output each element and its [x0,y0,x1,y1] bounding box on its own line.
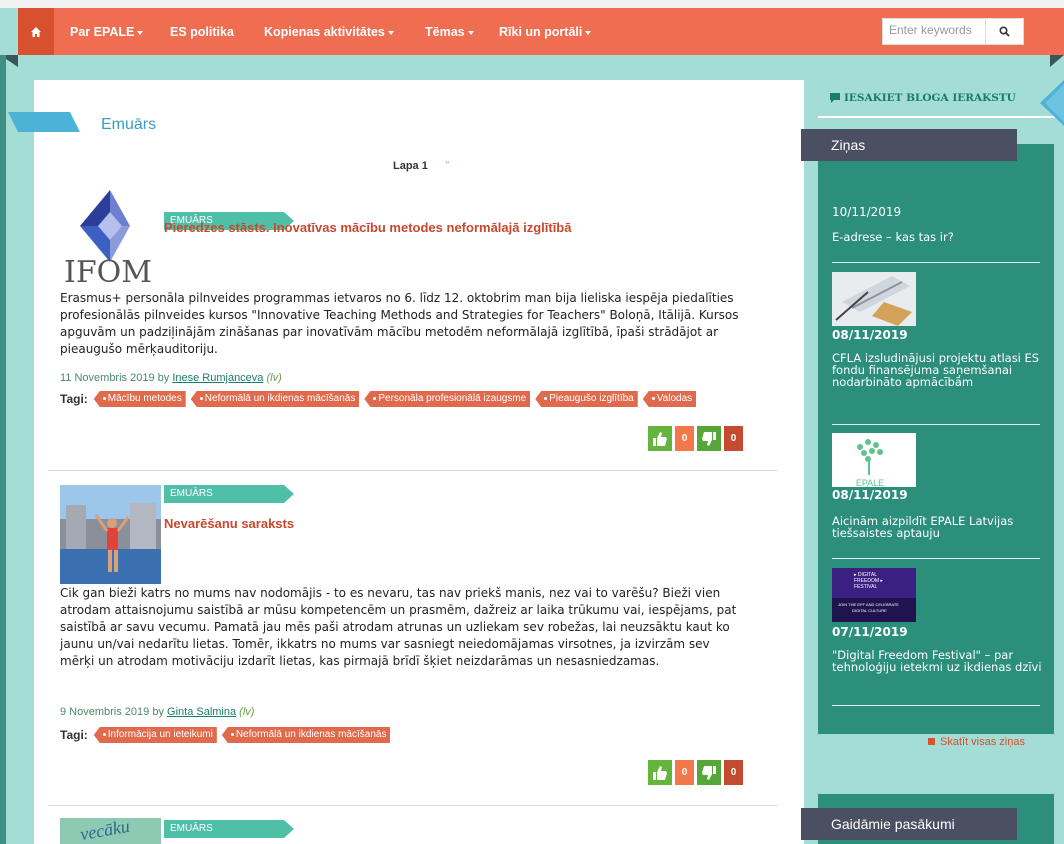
see-all-news-link[interactable]: Skatīt visas ziņas [928,736,1025,748]
dislike-count: 0 [724,760,743,785]
main-navigation: Par EPALE ES politika Kopienas aktivitāt… [18,8,1064,55]
nav-item-kopienas-aktivitates[interactable]: Kopienas aktivitātes [264,25,394,39]
like-count: 0 [675,760,694,785]
tag-link[interactable]: Mācību metodes [93,391,186,407]
news-date: 10/11/2019 [832,205,902,219]
news-separator [832,705,1040,706]
tag-link[interactable]: Pieaugušo izglītība [535,391,638,407]
svg-text:IFOM: IFOM [64,255,152,284]
left-edge-bar [0,55,6,844]
caret-down-icon [585,30,592,35]
news-thumbnail[interactable] [832,272,916,326]
news-link[interactable]: Aicinām aizpildīt EPALE Latvijas tiešsai… [832,515,1046,539]
dislike-button[interactable] [697,426,721,451]
news-date: 07/11/2019 [832,625,908,639]
news-link[interactable]: CFLA izsludinājusi projektu atlasi ES fo… [832,352,1046,388]
post-1-title[interactable]: Pieredzes stāsts. Inovatīvas mācību meto… [164,220,571,235]
news-link[interactable]: E-adrese – kas tas ir? [832,231,1046,243]
like-button[interactable] [648,426,672,451]
post-1-author-link[interactable]: Inese Rumjanceva [172,372,263,384]
post-2-tags: Tagi: Informācija un ieteikumi Neformālā… [60,726,395,744]
home-button[interactable] [18,8,54,55]
pager-next-link[interactable]: " [445,160,450,171]
tag-link[interactable]: Personāla profesionālā izaugsme [364,391,531,407]
news-heading: Ziņas [801,129,1017,161]
news-thumbnail[interactable]: ▸ DIGITAL FREEDOM ▸ FESTIVAL JOIN THE EP… [832,568,916,622]
nav-item-par-epale[interactable]: Par EPALE [70,25,144,39]
nav-item-es-politika[interactable]: ES politika [170,25,234,39]
svg-text:JOIN THE EPF AND CELEBRATE: JOIN THE EPF AND CELEBRATE [838,602,899,607]
search-button[interactable] [986,18,1024,45]
square-bullet-icon [928,738,935,745]
drafting-photo [832,272,916,326]
news-date: 08/11/2019 [832,328,908,342]
post-1-tags: Tagi: Mācību metodes Neformālā un ikdien… [60,390,701,408]
home-icon [31,26,41,37]
epale-tree-logo: EPALE [832,433,916,487]
post-3-thumb-text: vecāku [78,818,132,844]
thumbs-down-icon [702,765,716,780]
dislike-button[interactable] [697,760,721,785]
post-1-thumbnail[interactable]: IFOM [60,182,156,290]
pager-label: Lapa 1 [393,160,428,172]
tag-link[interactable]: Informācija un ieteikumi [93,727,217,743]
svg-text:FESTIVAL: FESTIVAL [854,584,877,590]
page-title: Emuārs [101,116,157,133]
svg-text:EPALE: EPALE [856,478,884,487]
post-3-category-banner: EMUĀRS [164,820,294,838]
post-1-meta: 11 Novembris 2019 by Inese Rumjanceva (l… [60,372,282,384]
thumbs-up-icon [653,431,667,446]
search-icon [999,26,1010,37]
svg-text:DIGITAL CULTURE: DIGITAL CULTURE [852,608,887,613]
nav-item-riki-un-portali[interactable]: Rīki un portāli [499,25,592,39]
section-ribbon [8,112,80,132]
propose-blog-link[interactable]: IESAKIET BLOGA IERAKSTU [830,92,1016,104]
post-2-title[interactable]: Nevarēšanu saraksts [164,516,294,531]
post-1-excerpt: Erasmus+ personāla pilnveides programmas… [60,291,739,356]
ifom-logo: IFOM [64,190,152,290]
news-separator [832,262,1040,263]
like-button[interactable] [648,760,672,785]
post-3-thumbnail[interactable]: vecāku [60,818,161,844]
like-count: 0 [675,426,694,451]
news-thumbnail[interactable]: EPALE [832,433,916,487]
news-link[interactable]: "Digital Freedom Festival" – par tehnolo… [832,649,1046,673]
nav-item-temas[interactable]: Tēmas [425,25,474,39]
post-2-vote-bar: 0 0 [648,760,743,785]
events-heading: Gaidāmie pasākumi [801,808,1017,840]
post-2-excerpt: Cik gan bieži katrs no mums nav nodomāji… [60,586,737,668]
tag-link[interactable]: Neformālā un ikdienas mācīšanās [190,391,360,407]
news-separator [832,424,1040,425]
caret-down-icon [467,30,474,35]
digital-freedom-festival-image: ▸ DIGITAL FREEDOM ▸ FESTIVAL JOIN THE EP… [832,568,916,622]
tag-link[interactable]: Valodas [642,391,697,407]
news-date: 08/11/2019 [832,488,908,502]
post-divider [48,470,778,471]
news-separator [832,558,1040,559]
nav-fold-right [1050,55,1064,67]
top-strip [0,0,1064,8]
post-2-thumbnail[interactable] [60,485,161,584]
comment-icon [830,93,840,103]
marathon-photo [60,485,161,584]
post-2-author-link[interactable]: Ginta Salmina [167,706,236,718]
search-input[interactable]: Enter keywords [882,18,986,45]
thumbs-up-icon [653,765,667,780]
caret-down-icon [137,30,144,35]
post-divider [48,805,778,806]
post-2-meta: 9 Novembris 2019 by Ginta Salmina (lv) [60,706,255,718]
thumbs-down-icon [702,431,716,446]
post-2-category-banner: EMUĀRS [164,485,294,503]
dislike-count: 0 [724,426,743,451]
caret-down-icon [387,30,394,35]
callout-arrow-icon [1040,80,1064,126]
post-1-vote-bar: 0 0 [648,426,743,451]
tag-link[interactable]: Neformālā un ikdienas mācīšanās [221,727,391,743]
